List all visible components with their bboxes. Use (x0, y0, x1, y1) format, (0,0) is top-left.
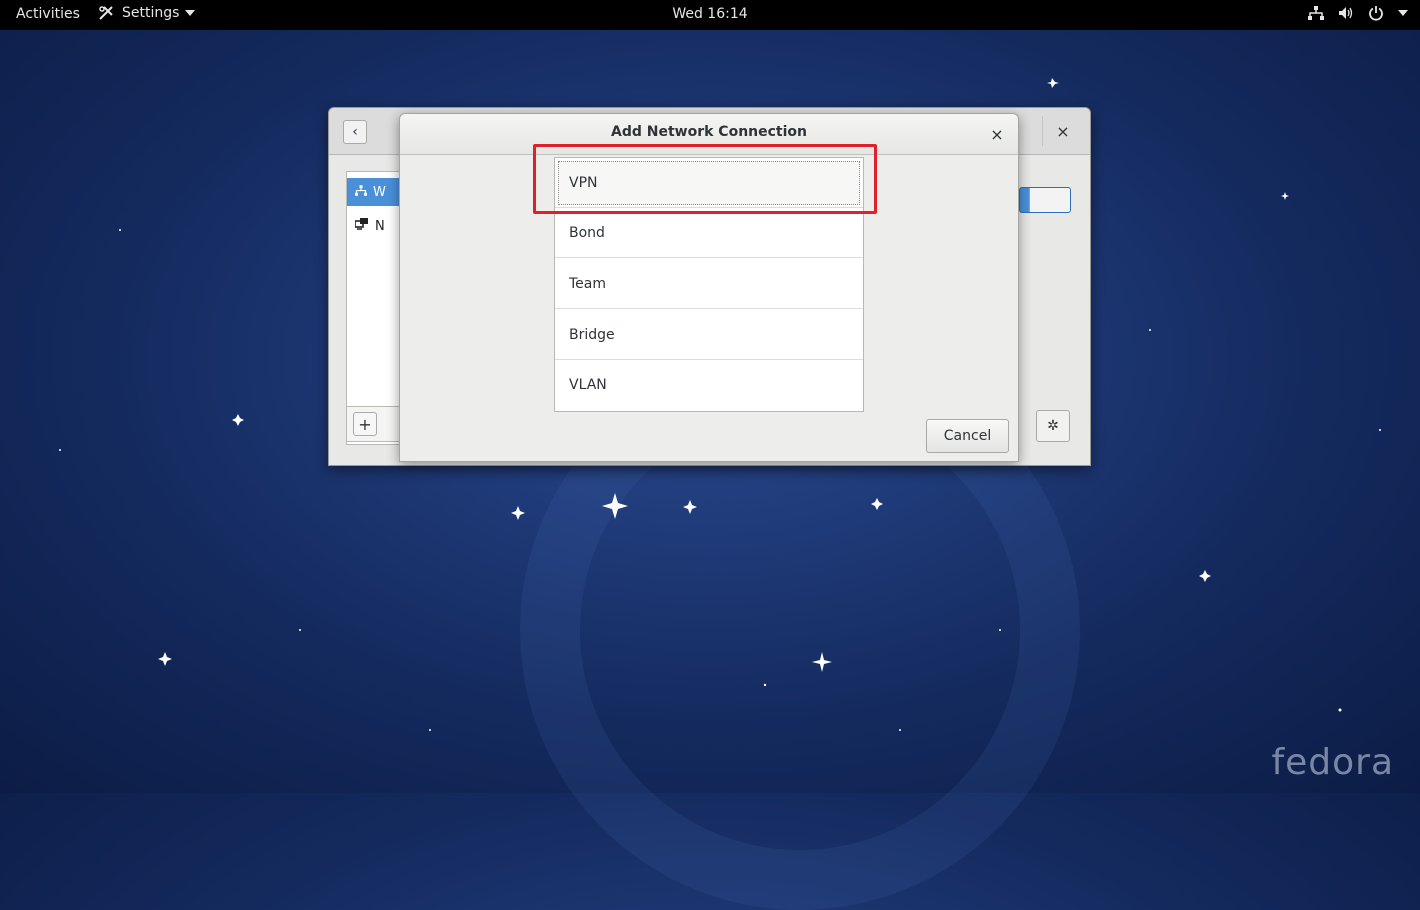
fedora-logo: fedora (1271, 742, 1394, 783)
close-icon: × (1056, 121, 1070, 141)
list-item-bond[interactable]: Bond (555, 208, 863, 258)
app-menu-label: Settings (122, 5, 180, 21)
settings-close-button[interactable]: × (1051, 120, 1075, 142)
dialog-title: Add Network Connection (611, 124, 807, 140)
list-item-team[interactable]: Team (555, 259, 863, 309)
plus-icon: + (358, 414, 372, 434)
dialog-close-button[interactable]: × (986, 123, 1008, 145)
app-menu[interactable]: Settings (98, 5, 196, 21)
sidebar-item-label: W (373, 184, 386, 200)
list-item-vlan[interactable]: VLAN (555, 360, 863, 410)
activities-button[interactable]: Activities (16, 6, 80, 22)
power-icon (1368, 5, 1384, 21)
network-wired-icon (1308, 6, 1324, 20)
status-menu[interactable] (1308, 5, 1408, 21)
list-item-bridge[interactable]: Bridge (555, 310, 863, 360)
vpn-highlight-box (533, 144, 877, 214)
clock[interactable]: Wed 16:14 (672, 6, 747, 22)
back-button[interactable]: ‹ (343, 120, 367, 144)
chevron-left-icon: ‹ (352, 124, 358, 140)
list-item-label: Bond (569, 224, 605, 241)
list-item-label: Bridge (569, 326, 615, 343)
network-wired-icon (355, 184, 367, 200)
add-connection-button[interactable]: + (353, 412, 377, 436)
cancel-button[interactable]: Cancel (926, 419, 1009, 453)
list-item-label: Team (569, 275, 607, 292)
volume-icon (1338, 6, 1354, 20)
sidebar-item-proxy[interactable]: N (347, 212, 407, 240)
close-icon: × (990, 124, 1004, 144)
network-proxy-icon (354, 218, 369, 234)
list-item-label: VLAN (569, 377, 607, 393)
header-separator (1042, 116, 1043, 146)
settings-tools-icon (98, 5, 116, 21)
connection-toggle[interactable] (1019, 187, 1071, 213)
top-bar: Activities Settings Wed 16:14 (0, 0, 1420, 30)
connection-settings-button[interactable]: ✲ (1036, 410, 1070, 442)
sidebar-item-label: N (375, 218, 385, 234)
sidebar-item-wired[interactable]: W (347, 178, 407, 206)
gear-icon: ✲ (1047, 418, 1059, 434)
toggle-knob (1029, 188, 1070, 212)
chevron-down-icon (1398, 9, 1408, 17)
chevron-down-icon (185, 9, 196, 17)
